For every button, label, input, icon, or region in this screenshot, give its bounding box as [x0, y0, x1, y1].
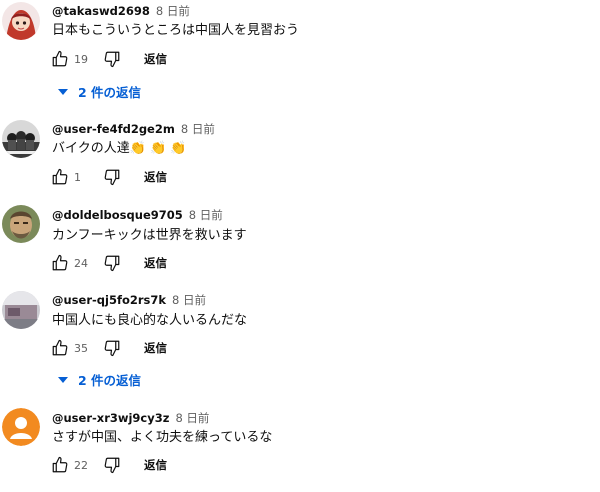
thumbs-up-icon [52, 50, 68, 67]
comment-actions: 22 返信 [48, 453, 167, 477]
comment-header: @user-xr3wj9cy3z 8 日前 [52, 410, 209, 426]
dislike-button[interactable] [100, 453, 124, 477]
comment-header: @takaswd2698 8 日前 [52, 3, 190, 19]
timestamp[interactable]: 8 日前 [181, 122, 215, 136]
author-name[interactable]: @user-qj5fo2rs7k [52, 293, 166, 307]
avatar[interactable] [2, 120, 40, 158]
timestamp[interactable]: 8 日前 [156, 4, 190, 18]
replies-label: 2 件の返信 [78, 85, 142, 100]
comment-actions: 19 返信 [48, 47, 167, 71]
dislike-button[interactable] [100, 165, 124, 189]
comment-header: @user-qj5fo2rs7k 8 日前 [52, 292, 206, 308]
like-count: 22 [74, 458, 88, 472]
thumbs-down-icon [104, 169, 120, 186]
author-name[interactable]: @user-fe4fd2ge2m [52, 122, 175, 136]
reply-button[interactable]: 返信 [144, 457, 167, 473]
reply-button[interactable]: 返信 [144, 51, 167, 67]
like-button[interactable] [48, 251, 72, 275]
clap-emoji: 👏 👏 👏 [129, 141, 187, 156]
thumbs-up-icon [52, 254, 68, 271]
comment-text-body: バイクの人達 [52, 141, 130, 156]
view-replies-button[interactable]: 2 件の返信 [58, 370, 141, 389]
reply-button[interactable]: 返信 [144, 169, 167, 185]
author-name[interactable]: @doldelbosque9705 [52, 208, 183, 222]
thumbs-up-icon [52, 456, 68, 473]
avatar[interactable] [2, 291, 40, 329]
timestamp[interactable]: 8 日前 [172, 293, 206, 307]
chevron-down-icon [58, 88, 68, 95]
thumbs-down-icon [104, 340, 120, 357]
like-count: 24 [74, 256, 88, 270]
comment-header: @user-fe4fd2ge2m 8 日前 [52, 121, 215, 137]
author-name[interactable]: @user-xr3wj9cy3z [52, 411, 169, 425]
comment-text: さすが中国、よく功夫を練っているな [52, 430, 273, 445]
replies-label: 2 件の返信 [78, 373, 142, 388]
like-count: 35 [74, 341, 88, 355]
like-button[interactable] [48, 165, 72, 189]
comment-actions: 24 返信 [48, 251, 167, 275]
dislike-button[interactable] [100, 336, 124, 360]
timestamp[interactable]: 8 日前 [189, 208, 223, 222]
avatar[interactable] [2, 408, 40, 446]
chevron-down-icon [58, 376, 68, 383]
reply-button[interactable]: 返信 [144, 255, 167, 271]
like-button[interactable] [48, 453, 72, 477]
author-name[interactable]: @takaswd2698 [52, 4, 150, 18]
like-count: 19 [74, 52, 88, 66]
view-replies-button[interactable]: 2 件の返信 [58, 82, 141, 101]
thumbs-down-icon [104, 51, 120, 68]
comment-header: @doldelbosque9705 8 日前 [52, 207, 223, 223]
thumbs-up-icon [52, 339, 68, 356]
thumbs-down-icon [104, 255, 120, 272]
avatar[interactable] [2, 2, 40, 40]
comment-text: 日本もこういうところは中国人を見習おう [52, 23, 300, 38]
comment-actions: 35 返信 [48, 336, 167, 360]
timestamp[interactable]: 8 日前 [175, 411, 209, 425]
reply-button[interactable]: 返信 [144, 340, 167, 356]
like-count: 1 [74, 170, 81, 184]
like-button[interactable] [48, 336, 72, 360]
comment-text: バイクの人達👏 👏 👏 [52, 140, 187, 158]
dislike-button[interactable] [100, 47, 124, 71]
comment-text: 中国人にも良心的な人いるんだな [52, 313, 248, 328]
like-button[interactable] [48, 47, 72, 71]
thumbs-down-icon [104, 457, 120, 474]
comment-text: カンフーキックは世界を救います [52, 228, 247, 243]
dislike-button[interactable] [100, 251, 124, 275]
comment-actions: 1 返信 [48, 165, 167, 189]
avatar[interactable] [2, 205, 40, 243]
thumbs-up-icon [52, 168, 68, 185]
